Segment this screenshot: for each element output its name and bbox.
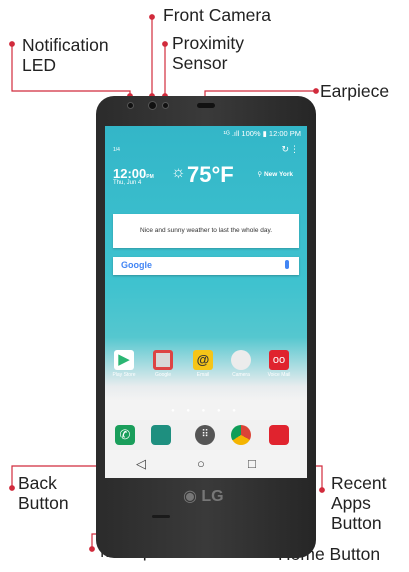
play-store-icon: ▶ (114, 350, 134, 370)
status-bar: ¹ᴳ .ıll 100% ▮ 12:00 PM (223, 129, 301, 138)
back-button-label-line2: Button (18, 493, 69, 513)
chrome-icon[interactable] (231, 425, 251, 445)
back-button[interactable]: ◁ (136, 456, 146, 472)
widget-date: Thu, Jun 4 (113, 180, 142, 186)
refresh-icon[interactable]: ↻ (281, 144, 289, 155)
back-button-label-line1: Back (18, 473, 57, 493)
sun-cloud-icon: ☼ (171, 164, 186, 181)
weather-card[interactable]: Nice and sunny weather to last the whole… (113, 214, 299, 248)
google-folder-icon (153, 350, 173, 370)
navigation-bar: ◁ ○ □ (105, 452, 307, 478)
widget-temperature: 75°F (187, 162, 234, 187)
apps-icon[interactable]: ⠿ (195, 425, 215, 445)
recent-apps-button[interactable]: □ (248, 456, 256, 471)
earpiece-label: Earpiece (320, 81, 390, 101)
email-icon: @ (193, 350, 213, 370)
recent-apps-label-line2: Apps (331, 493, 371, 513)
home-button[interactable]: ○ (197, 456, 205, 471)
microphone-hole (152, 515, 170, 518)
app-google[interactable]: Google (149, 350, 177, 378)
phone-icon[interactable]: ✆ (115, 425, 135, 445)
mic-icon[interactable] (285, 260, 289, 269)
proximity-sensor (162, 102, 169, 109)
lg-logo: ◉ LG (183, 488, 224, 505)
recent-apps-label-line3: Button (331, 513, 382, 533)
notification-led-label-line2: LED (22, 55, 57, 75)
app-email[interactable]: @ Email (189, 350, 217, 378)
contacts-icon[interactable] (151, 425, 171, 445)
page-dots: ● ● ● ● ● (171, 408, 241, 414)
recent-apps-label-line1: Recent (331, 473, 387, 493)
voicemail-icon: oo (269, 350, 289, 370)
earpiece-slot (197, 103, 215, 108)
proximity-sensor-label-line2: Sensor (172, 53, 228, 73)
google-search-bar[interactable]: Google (113, 257, 299, 275)
google-logo: Google (121, 260, 152, 270)
camera-icon (231, 350, 251, 370)
notification-led (127, 102, 134, 109)
dock: ✆ ⠿ (105, 420, 307, 450)
app-voice-mail[interactable]: oo Voice Mail (265, 350, 293, 378)
notification-led-label-line1: Notification (22, 35, 109, 55)
widget-clock: 12:00PM (113, 166, 154, 181)
home-screen: ¹ᴳ .ıll 100% ▮ 12:00 PM 1/4 ↻ ⋮ 12:00PM … (105, 126, 307, 478)
front-camera-lens (148, 101, 157, 110)
more-icon[interactable]: ⋮ (290, 144, 299, 155)
proximity-sensor-label-line1: Proximity (172, 33, 244, 53)
app-play-store[interactable]: ▶ Play Store (110, 350, 138, 378)
widget-city[interactable]: ⚲ New York (257, 170, 293, 178)
page-indicator: 1/4 (113, 147, 120, 153)
front-camera-label: Front Camera (163, 5, 271, 25)
app-camera[interactable]: Camera (227, 350, 255, 378)
messaging-icon[interactable] (269, 425, 289, 445)
